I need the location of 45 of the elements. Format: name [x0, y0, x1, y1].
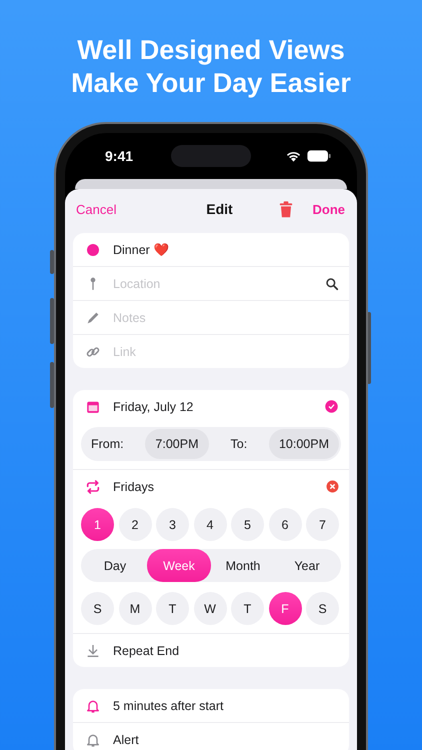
start-time-button[interactable]: 7:00PM: [145, 429, 208, 459]
repeat-end-label[interactable]: Repeat End: [113, 644, 339, 658]
location-field[interactable]: Location: [113, 276, 313, 290]
interval-option[interactable]: 2: [118, 508, 152, 541]
interval-option[interactable]: 4: [194, 508, 226, 541]
headline: Make Your Day Easier: [71, 67, 351, 100]
frequency-option[interactable]: Month: [211, 549, 275, 582]
weekday-option[interactable]: W: [194, 592, 226, 625]
bell-icon: [85, 732, 101, 748]
weekday-option[interactable]: S: [306, 592, 339, 625]
end-time-button[interactable]: 10:00PM: [268, 429, 339, 459]
bell-icon: [85, 698, 101, 714]
status-time: 9:41: [105, 148, 134, 164]
search-icon: [325, 276, 339, 290]
weekday-option[interactable]: M: [118, 592, 152, 625]
weekday-option[interactable]: T: [156, 592, 189, 625]
wifi-icon: [286, 150, 301, 162]
interval-option[interactable]: 6: [268, 508, 302, 541]
frequency-option[interactable]: Day: [83, 549, 147, 582]
to-label: To:: [230, 437, 248, 451]
trash-icon: [278, 200, 294, 218]
interval-option[interactable]: 5: [231, 508, 264, 541]
pencil-icon: [85, 310, 101, 326]
interval-option[interactable]: 1: [81, 508, 114, 541]
notes-field[interactable]: Notes: [113, 310, 339, 324]
frequency-option[interactable]: Year: [275, 549, 339, 582]
calendar-icon: [86, 400, 100, 414]
from-label: From:: [91, 437, 124, 451]
interval-option[interactable]: 3: [156, 508, 189, 541]
repeat-icon: [85, 478, 101, 494]
download-icon: [85, 642, 101, 658]
color-dot[interactable]: [87, 244, 99, 256]
clear-icon: [326, 480, 339, 493]
repeat-label[interactable]: Fridays: [113, 480, 314, 494]
sheet-title: Edit: [206, 201, 233, 217]
alert-label[interactable]: 5 minutes after start: [113, 698, 339, 712]
event-date[interactable]: Friday, July 12: [113, 400, 312, 414]
battery-icon: [307, 150, 331, 162]
headline: Well Designed Views: [77, 34, 345, 67]
weekday-option[interactable]: T: [231, 592, 264, 625]
event-title[interactable]: Dinner ❤: [113, 242, 339, 257]
weekday-option[interactable]: S: [81, 592, 114, 625]
link-field[interactable]: Link: [113, 344, 339, 358]
alert-label[interactable]: Alert: [113, 732, 339, 746]
interval-option[interactable]: 7: [306, 508, 339, 541]
